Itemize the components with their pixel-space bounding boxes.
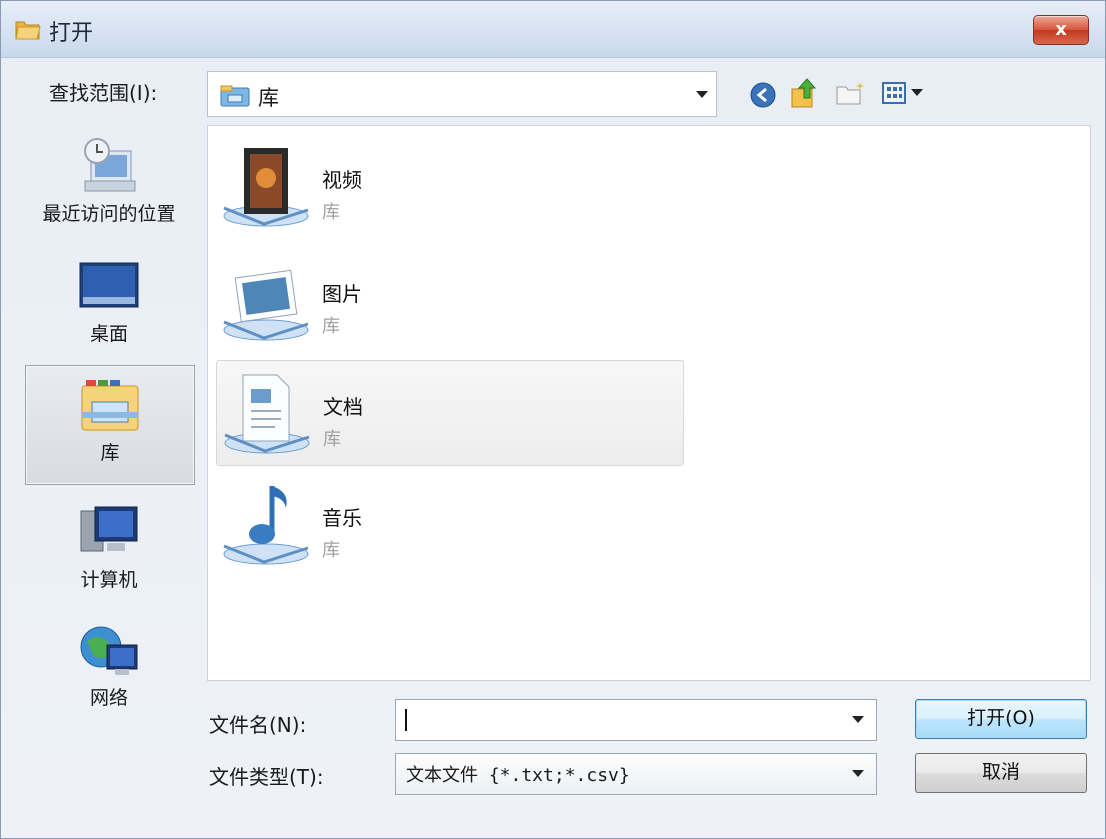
close-icon: x	[1055, 19, 1067, 40]
filename-label: 文件名(N):	[209, 713, 307, 737]
library-type: 库	[322, 316, 340, 337]
libraries-icon	[81, 380, 139, 431]
library-folder-icon	[220, 85, 250, 107]
new-folder-icon[interactable]	[835, 81, 867, 107]
library-type: 库	[322, 540, 340, 561]
filetype-label: 文件类型(T):	[209, 765, 324, 789]
filetype-value: 文本文件 {*.txt;*.csv}	[406, 765, 630, 786]
network-icon	[80, 626, 138, 675]
place-label: 库	[100, 442, 120, 464]
open-button[interactable]: 打开(O)	[915, 699, 1087, 739]
library-type: 库	[322, 202, 340, 223]
place-desktop[interactable]: 桌面	[25, 247, 193, 365]
lookin-dropdown[interactable]: 库	[207, 71, 717, 117]
documents-library-icon	[224, 374, 310, 454]
place-libraries[interactable]: 库	[25, 365, 195, 485]
back-icon[interactable]	[749, 81, 777, 109]
place-label: 计算机	[80, 569, 138, 591]
open-dialog: 打开 x 查找范围(I): 库 最近访问的位置 桌面 库 计算机 网络 视频 库…	[0, 0, 1106, 839]
folder-open-icon	[15, 21, 41, 40]
library-name: 视频	[322, 168, 362, 192]
place-label: 最近访问的位置	[42, 203, 176, 225]
desktop-icon	[79, 262, 139, 308]
lookin-label: 查找范围(I):	[49, 81, 158, 105]
videos-library-icon	[223, 148, 309, 227]
library-name: 图片	[322, 282, 362, 306]
place-label: 桌面	[89, 323, 128, 345]
library-name: 音乐	[322, 506, 362, 530]
filetype-select[interactable]: 文本文件 {*.txt;*.csv}	[395, 753, 877, 795]
list-item-videos[interactable]: 视频 库	[216, 134, 682, 238]
list-item-music[interactable]: 音乐 库	[216, 472, 682, 576]
places-bar: 最近访问的位置 桌面 库 计算机 网络	[17, 125, 201, 725]
lookin-value: 库	[258, 86, 279, 110]
library-type: 库	[323, 429, 341, 450]
library-name: 文档	[323, 395, 363, 419]
title-bar: 打开 x	[1, 1, 1105, 58]
place-computer[interactable]: 计算机	[25, 493, 193, 611]
view-menu-icon[interactable]	[881, 81, 933, 107]
place-network[interactable]: 网络	[25, 611, 193, 729]
place-recent[interactable]: 最近访问的位置	[25, 127, 193, 245]
up-folder-icon[interactable]	[789, 77, 819, 109]
pictures-library-icon	[223, 269, 309, 341]
window-title: 打开	[49, 21, 94, 46]
text-caret	[405, 709, 407, 731]
filename-combo[interactable]	[395, 699, 877, 741]
recent-places-icon	[84, 138, 136, 192]
chevron-down-icon[interactable]	[852, 770, 864, 777]
place-label: 网络	[89, 687, 128, 709]
list-item-pictures[interactable]: 图片 库	[216, 248, 682, 352]
cancel-button[interactable]: 取消	[915, 753, 1087, 793]
chevron-down-icon[interactable]	[852, 716, 864, 723]
computer-icon	[80, 506, 138, 552]
music-library-icon	[223, 486, 309, 565]
chevron-down-icon[interactable]	[696, 91, 708, 98]
list-item-documents[interactable]: 文档 库	[216, 360, 684, 466]
file-list[interactable]: 视频 库 图片 库 文档 库 音乐 库	[207, 125, 1091, 681]
close-button[interactable]: x	[1033, 15, 1089, 45]
